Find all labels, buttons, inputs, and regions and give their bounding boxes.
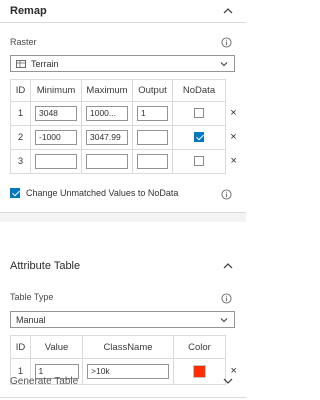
col-value-header: Value	[30, 335, 83, 359]
chevron-down-icon[interactable]	[222, 375, 234, 387]
raster-label: Raster	[10, 37, 37, 47]
remap-table-header-row: ID Minimum Maximum Output NoData	[10, 79, 242, 102]
info-icon[interactable]	[221, 37, 232, 48]
generate-table-header[interactable]: Generate Table	[0, 370, 246, 392]
output-input[interactable]	[137, 130, 168, 145]
attribute-table-header-row: ID Value ClassName Color	[10, 335, 242, 359]
header-spacer	[226, 336, 242, 359]
unmatched-nodata-label: Change Unmatched Values to NoData	[26, 188, 179, 198]
minimum-input[interactable]	[35, 154, 77, 169]
remap-title: Remap	[10, 5, 47, 17]
maximum-input[interactable]: 3047.99	[86, 130, 128, 145]
col-maximum-header: Maximum	[81, 79, 133, 102]
table-type-value: Manual	[16, 314, 46, 325]
col-output-header: Output	[132, 79, 173, 102]
col-id-header: ID	[10, 79, 31, 102]
chevron-down-icon	[220, 318, 228, 323]
col-classname-header: ClassName	[82, 335, 174, 359]
info-icon[interactable]	[221, 293, 232, 304]
chevron-up-icon[interactable]	[222, 5, 234, 17]
attribute-table-header[interactable]: Attribute Table	[0, 255, 246, 277]
maximum-input[interactable]: 1000...	[86, 106, 128, 121]
maximum-input[interactable]	[86, 154, 128, 169]
table-type-label: Table Type	[10, 292, 54, 302]
generate-table-title: Generate Table	[10, 375, 79, 387]
col-id-header: ID	[10, 335, 31, 359]
table-row: 2 -1000 3047.99 ×	[10, 125, 242, 150]
minimum-input[interactable]: -1000	[35, 130, 77, 145]
output-input[interactable]	[137, 154, 168, 169]
col-minimum-header: Minimum	[30, 79, 82, 102]
remove-row-button[interactable]: ×	[231, 155, 237, 167]
nodata-checkbox[interactable]	[194, 108, 204, 119]
table-type-dropdown[interactable]: Manual	[10, 311, 235, 328]
remap-divider	[0, 22, 246, 23]
section-gap	[0, 212, 246, 222]
raster-layer-icon	[16, 59, 26, 68]
row-id: 3	[10, 149, 31, 174]
remap-table: ID Minimum Maximum Output NoData 1 3048 …	[10, 79, 242, 174]
section-divider	[0, 212, 246, 213]
chevron-down-icon	[220, 62, 228, 67]
minimum-input[interactable]: 3048	[35, 106, 77, 121]
remove-row-button[interactable]: ×	[230, 107, 236, 119]
table-row: 1 3048 1000... 1 ×	[10, 101, 242, 126]
output-input[interactable]: 1	[137, 106, 168, 121]
col-color-header: Color	[173, 335, 226, 359]
row-id: 1	[10, 101, 31, 126]
remove-row-button[interactable]: ×	[230, 131, 236, 143]
info-icon[interactable]	[221, 189, 232, 200]
row-id: 2	[10, 125, 31, 150]
col-nodata-header: NoData	[172, 79, 226, 102]
unmatched-nodata-option[interactable]: Change Unmatched Values to NoData	[10, 188, 178, 198]
raster-dropdown[interactable]: Terrain	[10, 55, 235, 72]
remap-header[interactable]: Remap	[0, 0, 246, 22]
raster-value: Terrain	[31, 58, 59, 69]
nodata-checkbox[interactable]	[194, 132, 204, 143]
unmatched-nodata-checkbox[interactable]	[10, 188, 20, 198]
attribute-table-title: Attribute Table	[10, 260, 81, 272]
nodata-checkbox[interactable]	[194, 156, 204, 167]
header-spacer	[226, 80, 242, 102]
bottom-divider	[0, 397, 246, 398]
table-row: 3 ×	[10, 149, 242, 174]
chevron-up-icon[interactable]	[222, 260, 234, 272]
